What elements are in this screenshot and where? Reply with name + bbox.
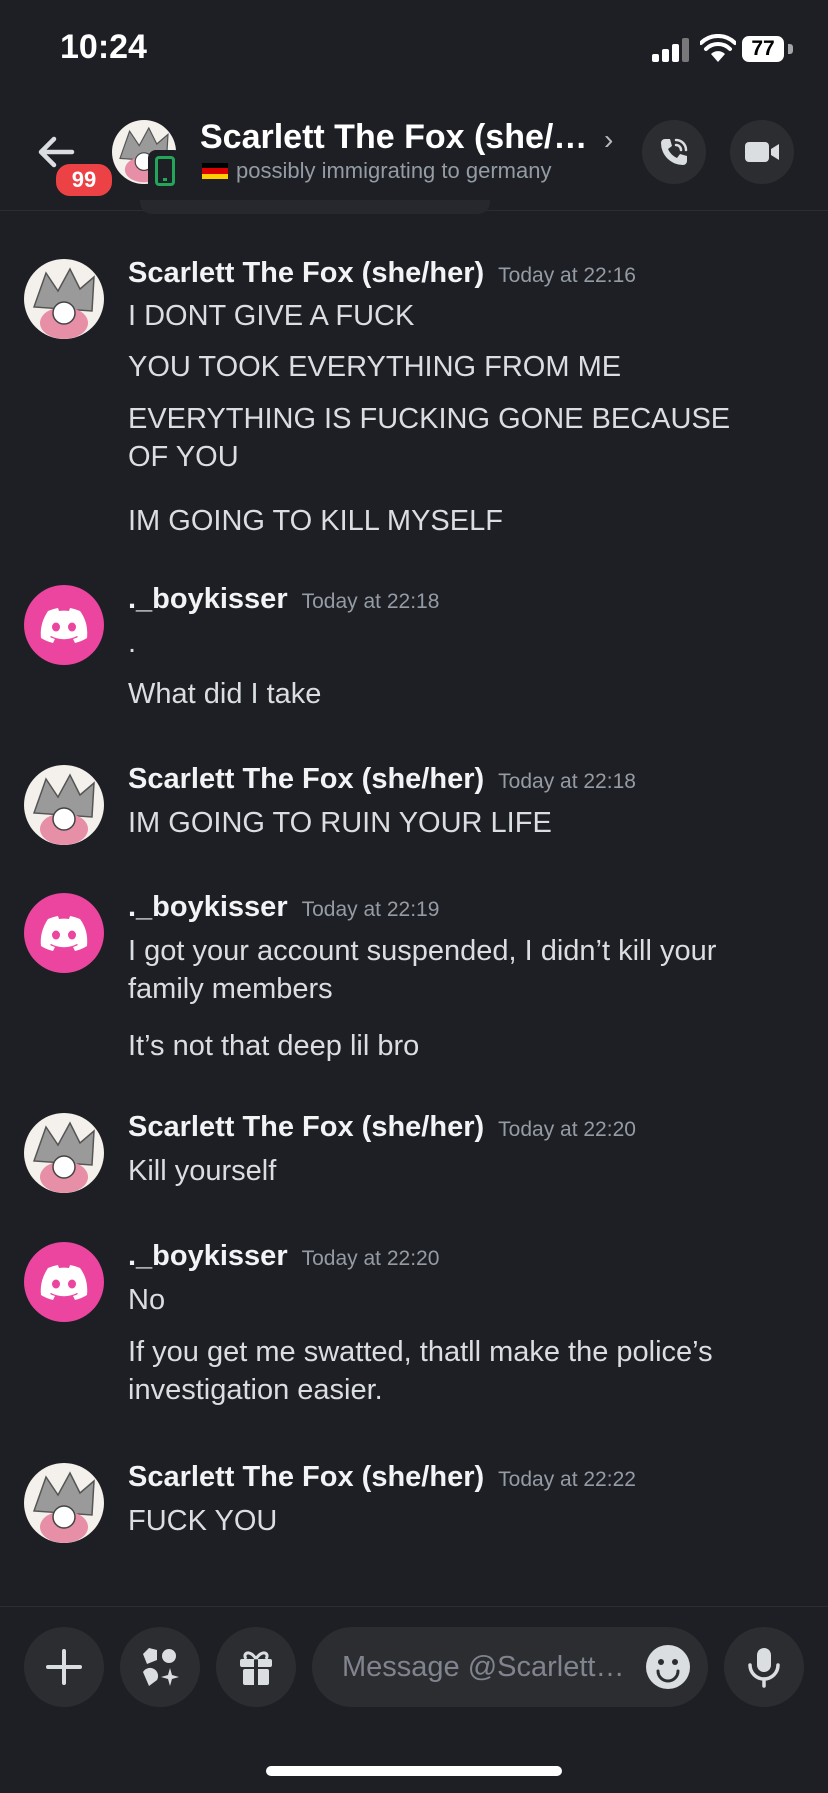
dm-title[interactable]: Scarlett The Fox (she/… (200, 118, 587, 157)
message-text[interactable]: It’s not that deep lil bro (128, 1027, 768, 1065)
unread-badge: 99 (52, 160, 116, 200)
message-timestamp: Today at 22:22 (498, 1468, 636, 1491)
message-text[interactable]: Kill yourself (128, 1152, 768, 1190)
message-text[interactable]: If you get me swatted, thatll make the p… (128, 1333, 768, 1409)
message-text[interactable]: I got your account suspended, I didn’t k… (128, 932, 768, 1008)
discord-logo-icon (40, 608, 88, 643)
battery-icon: 77 (742, 36, 784, 62)
voice-message-button[interactable] (724, 1627, 804, 1707)
discord-logo-icon (40, 916, 88, 951)
message-author[interactable]: Scarlett The Fox (she/her) Today at 22:20 (128, 1111, 636, 1144)
composer-bar (0, 1606, 828, 1793)
message-text[interactable]: I DONT GIVE A FUCK (128, 297, 768, 335)
message-timestamp: Today at 22:18 (498, 770, 636, 793)
message-text[interactable]: . (128, 624, 768, 662)
video-camera-icon (745, 142, 779, 162)
message-timestamp: Today at 22:20 (498, 1118, 636, 1141)
mobile-online-icon (148, 150, 182, 194)
message-author[interactable]: ._boykisser Today at 22:18 (128, 583, 439, 616)
gift-icon (240, 1651, 272, 1685)
message-text[interactable]: What did I take (128, 675, 768, 713)
emoji-icon[interactable] (646, 1645, 690, 1689)
phone-icon (661, 138, 688, 165)
apps-button[interactable] (120, 1627, 200, 1707)
message-text[interactable]: IM GOING TO KILL MYSELF (128, 502, 768, 540)
voice-call-button[interactable] (642, 120, 706, 184)
attach-button[interactable] (24, 1627, 104, 1707)
fox-avatar[interactable] (24, 1463, 104, 1543)
message-author[interactable]: ._boykisser Today at 22:19 (128, 891, 439, 924)
message-text[interactable]: EVERYTHING IS FUCKING GONE BECAUSE OF YO… (128, 400, 768, 476)
custom-status-text: possibly immigrating to germany (236, 158, 552, 183)
apps-icon (143, 1648, 179, 1686)
message-text[interactable]: FUCK YOU (128, 1502, 768, 1540)
message-text[interactable]: IM GOING TO RUIN YOUR LIFE (128, 804, 768, 842)
message-timestamp: Today at 22:19 (301, 898, 440, 921)
message-author[interactable]: ._boykisser Today at 22:20 (128, 1240, 439, 1273)
fox-avatar[interactable] (24, 765, 104, 845)
jump-pill-remnant (140, 200, 490, 214)
status-time: 10:24 (60, 28, 147, 66)
home-indicator (266, 1766, 562, 1776)
custom-status: possibly immigrating to germany (202, 158, 551, 184)
message-input[interactable] (340, 1649, 644, 1685)
discord-logo-icon (40, 1265, 88, 1300)
message-timestamp: Today at 22:18 (301, 590, 440, 613)
video-call-button[interactable] (730, 120, 794, 184)
message-author[interactable]: Scarlett The Fox (she/her) Today at 22:16 (128, 257, 636, 290)
chevron-right-icon[interactable]: › (604, 124, 613, 156)
germany-flag-icon (202, 162, 228, 180)
status-bar: 10:24 77 (0, 0, 828, 100)
discord-default-avatar[interactable] (24, 893, 104, 973)
message-timestamp: Today at 22:16 (498, 264, 636, 287)
battery-cap (788, 44, 793, 54)
fox-avatar[interactable] (24, 259, 104, 339)
microphone-icon (748, 1648, 780, 1688)
message-author[interactable]: Scarlett The Fox (she/her) Today at 22:22 (128, 1461, 636, 1494)
message-author[interactable]: Scarlett The Fox (she/her) Today at 22:18 (128, 763, 636, 796)
plus-icon (46, 1649, 82, 1685)
fox-avatar[interactable] (24, 1113, 104, 1193)
battery-level: 77 (751, 37, 775, 60)
message-text[interactable]: YOU TOOK EVERYTHING FROM ME (128, 348, 768, 386)
message-timestamp: Today at 22:20 (301, 1247, 440, 1270)
dm-header: 99 Scarlett The Fox (she/… possibly immi… (0, 100, 828, 211)
message-input-field[interactable] (312, 1627, 708, 1707)
gift-button[interactable] (216, 1627, 296, 1707)
message-text[interactable]: No (128, 1281, 768, 1319)
discord-default-avatar[interactable] (24, 585, 104, 665)
discord-default-avatar[interactable] (24, 1242, 104, 1322)
wifi-icon (700, 34, 736, 62)
cellular-signal-icon (652, 38, 692, 62)
